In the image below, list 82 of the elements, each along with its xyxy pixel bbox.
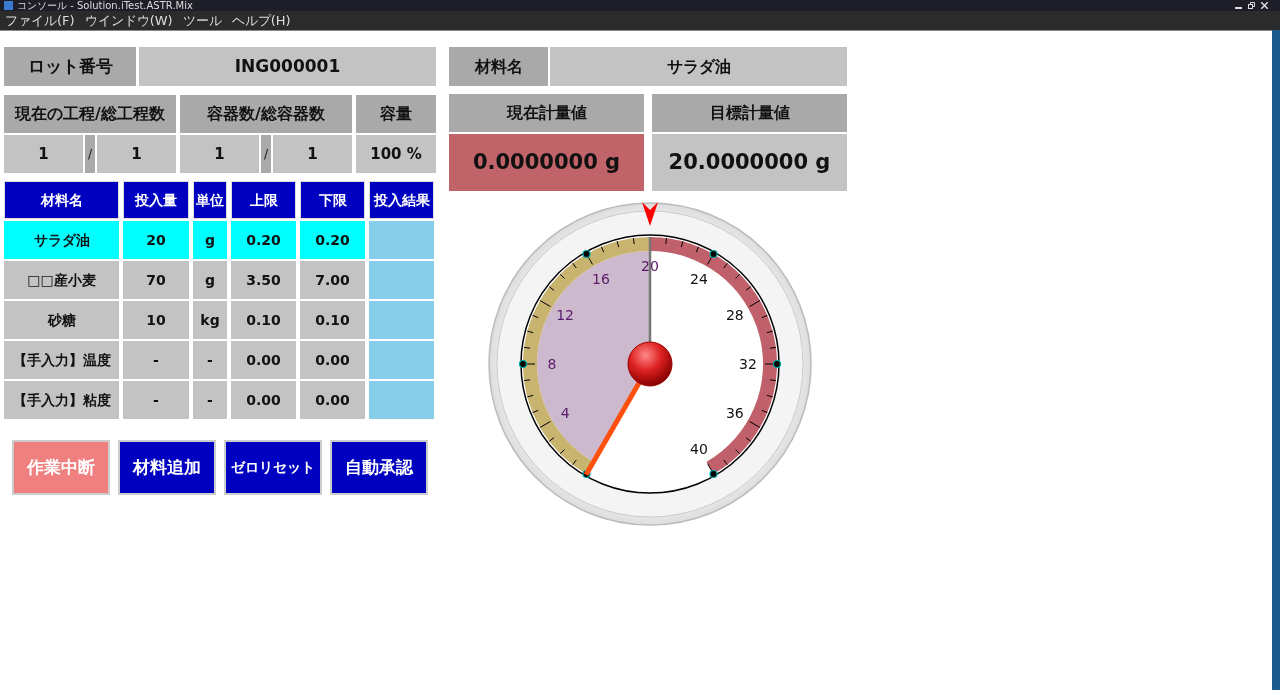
column-header: 下限: [300, 181, 365, 219]
table-cell: 0.00: [300, 381, 365, 419]
gauge-scale-label: 16: [592, 271, 610, 288]
material-label: 材料名: [449, 47, 548, 86]
table-cell: 0.00: [300, 341, 365, 379]
separator-label: /: [85, 135, 95, 173]
count-value: 1: [273, 135, 352, 173]
table-cell: 0.10: [231, 301, 296, 339]
window-title: コンソール - Solution.iTest.ASTR.Mix: [17, 0, 193, 11]
result-cell: [369, 261, 434, 299]
table-cell: 3.50: [231, 261, 296, 299]
table-cell: 0.20: [231, 221, 296, 259]
gauge-scale-label: 40: [690, 440, 708, 457]
column-header: 投入結果: [369, 181, 434, 219]
count-value: 1: [97, 135, 176, 173]
table-row[interactable]: 砂糖 10 kg 0.10 0.10: [4, 301, 436, 339]
gauge-scale-label: 36: [725, 405, 744, 421]
column-header: 投入量: [123, 181, 189, 219]
menu-item[interactable]: ツール: [182, 14, 222, 27]
weight-label: 現在計量値: [449, 94, 644, 132]
result-cell: [369, 381, 434, 419]
table-cell: kg: [193, 301, 227, 339]
table-cell: 20: [123, 221, 189, 259]
table-cell: -: [123, 381, 189, 419]
menu-item[interactable]: ウインドウ(W): [84, 14, 173, 27]
gauge-scale-label: 8: [547, 356, 557, 372]
restore-icon[interactable]: [1248, 2, 1255, 9]
app-icon: [4, 1, 13, 10]
gauge-scale-label: 12: [556, 307, 575, 323]
gauge-scale-label: 24: [690, 271, 708, 288]
table-cell: 0.00: [231, 341, 296, 379]
capacity-label: 容量: [356, 95, 436, 133]
column-header: 単位: [193, 181, 227, 219]
table-cell: 砂糖: [4, 301, 119, 339]
count-value: 1: [4, 135, 83, 173]
result-cell: [369, 221, 434, 259]
menu-item[interactable]: ファイル(F): [5, 14, 75, 27]
column-label: 容器数/総容器数: [180, 95, 352, 133]
result-cell: [369, 301, 434, 339]
table-row[interactable]: □□産小麦 70 g 3.50 7.00: [4, 261, 436, 299]
target-weight-value: 20.0000000 g: [652, 134, 847, 191]
table-row[interactable]: 【手入力】温度 - - 0.00 0.00: [4, 341, 436, 379]
gauge-scale-label: 28: [725, 307, 744, 323]
capacity-value: 100 %: [356, 135, 436, 173]
table-cell: g: [193, 221, 227, 259]
result-cell: [369, 341, 434, 379]
table-row[interactable]: サラダ油 20 g 0.20 0.20: [4, 221, 436, 259]
table-cell: -: [123, 341, 189, 379]
gauge-knob: [627, 341, 673, 387]
table-cell: 0.20: [300, 221, 365, 259]
action-button[interactable]: 材料追加: [118, 440, 216, 495]
gauge-scale-label: 20: [641, 258, 659, 274]
table-cell: g: [193, 261, 227, 299]
count-value: 1: [180, 135, 259, 173]
table-cell: 0.00: [231, 381, 296, 419]
gauge-scale-label: 32: [739, 356, 757, 372]
lot-value: ING000001: [139, 47, 436, 86]
column-header: 材料名: [4, 181, 119, 219]
action-button[interactable]: ゼロリセット: [224, 440, 322, 495]
target-marker-icon: [642, 202, 658, 226]
action-button[interactable]: 自動承認: [330, 440, 428, 495]
material-value: サラダ油: [550, 47, 847, 86]
table-cell: 70: [123, 261, 189, 299]
close-icon[interactable]: [1261, 2, 1268, 9]
column-header: 上限: [231, 181, 296, 219]
gauge-scale-label: 4: [560, 405, 570, 421]
table-cell: 10: [123, 301, 189, 339]
column-label: 現在の工程/総工程数: [4, 95, 176, 133]
table-cell: 0.10: [300, 301, 365, 339]
table-cell: サラダ油: [4, 221, 119, 259]
weight-label: 目標計量値: [652, 94, 847, 132]
table-cell: -: [193, 381, 227, 419]
table-cell: 7.00: [300, 261, 365, 299]
lot-label: ロット番号: [4, 47, 136, 86]
table-cell: □□産小麦: [4, 261, 119, 299]
table-cell: 【手入力】粘度: [4, 381, 119, 419]
table-row[interactable]: 【手入力】粘度 - - 0.00 0.00: [4, 381, 436, 419]
current-weight-value: 0.0000000 g: [449, 134, 644, 191]
table-cell: -: [193, 341, 227, 379]
separator-label: /: [261, 135, 271, 173]
menu-item[interactable]: ヘルプ(H): [231, 14, 291, 27]
table-cell: 【手入力】温度: [4, 341, 119, 379]
